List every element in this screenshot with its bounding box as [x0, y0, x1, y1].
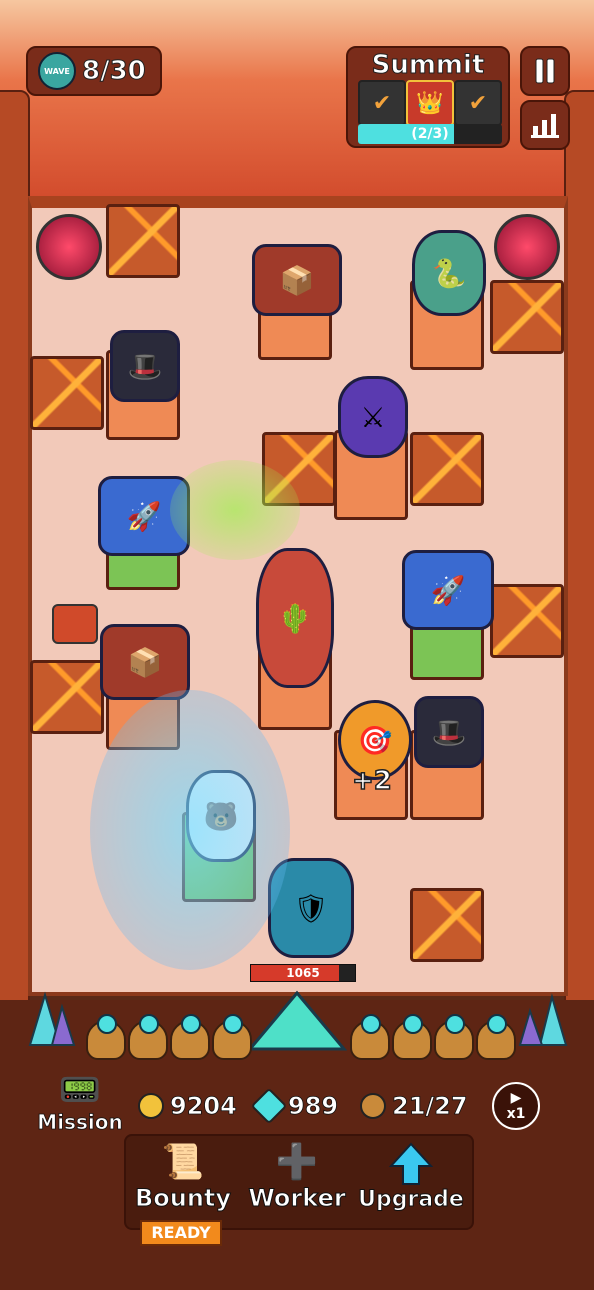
wave-label: WAVE [44, 66, 70, 76]
boss-portrait-icon: 👑 [406, 80, 454, 126]
treasure-chest-unit[interactable]: 📦 [252, 244, 342, 316]
cannon-tank-unit[interactable]: 🚀 [98, 476, 190, 556]
bounty-button[interactable]: 📜 Bounty [128, 1140, 238, 1220]
upgrade-button[interactable]: Upgrade [356, 1140, 466, 1220]
boss-hp-bar: 1065 [250, 964, 356, 982]
worker-bot [476, 1014, 516, 1060]
gold-value: 9204 [170, 1092, 238, 1121]
mission-label: Mission [37, 1110, 123, 1135]
bounty-label: Bounty [134, 1184, 232, 1213]
hero-champion-unit[interactable]: 🛡 [268, 858, 354, 958]
boss-hp-value: 1065 [286, 966, 320, 980]
worker-bot [212, 1014, 252, 1060]
pause-icon [535, 58, 555, 84]
gem-counter: 989 [250, 1087, 339, 1125]
safe-robot-unit[interactable]: 🎩 [110, 330, 180, 402]
worker-bot [434, 1014, 474, 1060]
summit-title: Summit [371, 50, 485, 81]
stats-button[interactable] [520, 100, 570, 150]
gold-coin-icon [138, 1093, 164, 1119]
lava-tile [262, 432, 336, 506]
wave-counter: WAVE 8/30 [26, 46, 162, 96]
worker-bot [128, 1014, 168, 1060]
lava-tile [410, 888, 484, 962]
bounty-status-badge: READY [140, 1220, 222, 1246]
worker-plus-icon: ➕ [275, 1142, 319, 1183]
lava-tile [106, 204, 180, 278]
right-wall [564, 90, 594, 1094]
speed-label: x1 [506, 1106, 526, 1122]
upgrade-label: Upgrade [358, 1187, 465, 1213]
floating-bonus-text: +2 [351, 765, 392, 797]
wave-icon: WAVE [38, 52, 76, 90]
worker-button[interactable]: ➕ Worker [242, 1140, 352, 1220]
worker-value: 21/27 [392, 1092, 468, 1121]
summit-progress-text: (2/3) [411, 126, 449, 142]
lava-tile [490, 584, 564, 658]
serpent-unit[interactable]: 🐍 [412, 230, 486, 316]
worker-bot [350, 1014, 390, 1060]
polar-bear-unit[interactable]: 🐻 [186, 770, 256, 862]
wanted-poster-icon: 📜 [161, 1142, 205, 1183]
left-wall [0, 90, 30, 1094]
play-icon: ▶ [510, 1090, 522, 1106]
worker-bot [86, 1014, 126, 1060]
check-badge-icon: ✔ [454, 80, 502, 126]
walkie-talkie-icon: 📟 [58, 1070, 102, 1111]
treasure-chest-unit[interactable]: 📦 [100, 624, 190, 700]
check-badge-icon: ✔ [358, 80, 406, 126]
summit-panel[interactable]: Summit ✔ 👑 ✔ (2/3) [346, 46, 510, 148]
lava-tile [490, 280, 564, 354]
worker-label: Worker [248, 1184, 346, 1213]
worker-bot [392, 1014, 432, 1060]
purple-knight-unit[interactable]: ⚔ [338, 376, 408, 458]
lava-tile [410, 432, 484, 506]
mission-button[interactable]: 📟 Mission [30, 1070, 130, 1150]
worker-icon [360, 1093, 386, 1119]
summit-progress-bar: (2/3) [358, 124, 502, 144]
spiked-worm-unit[interactable]: 🌵 [256, 548, 334, 688]
cannon-tank-unit[interactable]: 🚀 [402, 550, 494, 630]
worker-bot [170, 1014, 210, 1060]
safe-robot-unit[interactable]: 🎩 [414, 696, 484, 768]
speed-button[interactable]: ▶ x1 [492, 1082, 540, 1130]
lava-tile [30, 356, 104, 430]
up-arrow-icon [388, 1142, 434, 1185]
gem-value: 989 [288, 1092, 339, 1121]
wave-value: 8/30 [82, 56, 147, 87]
bar-chart-icon [531, 114, 559, 138]
worker-counter: 21/27 [360, 1092, 468, 1120]
gem-icon [250, 1087, 288, 1125]
lava-tile [30, 660, 104, 734]
pause-button[interactable] [520, 46, 570, 96]
gold-counter: 9204 [138, 1092, 237, 1120]
